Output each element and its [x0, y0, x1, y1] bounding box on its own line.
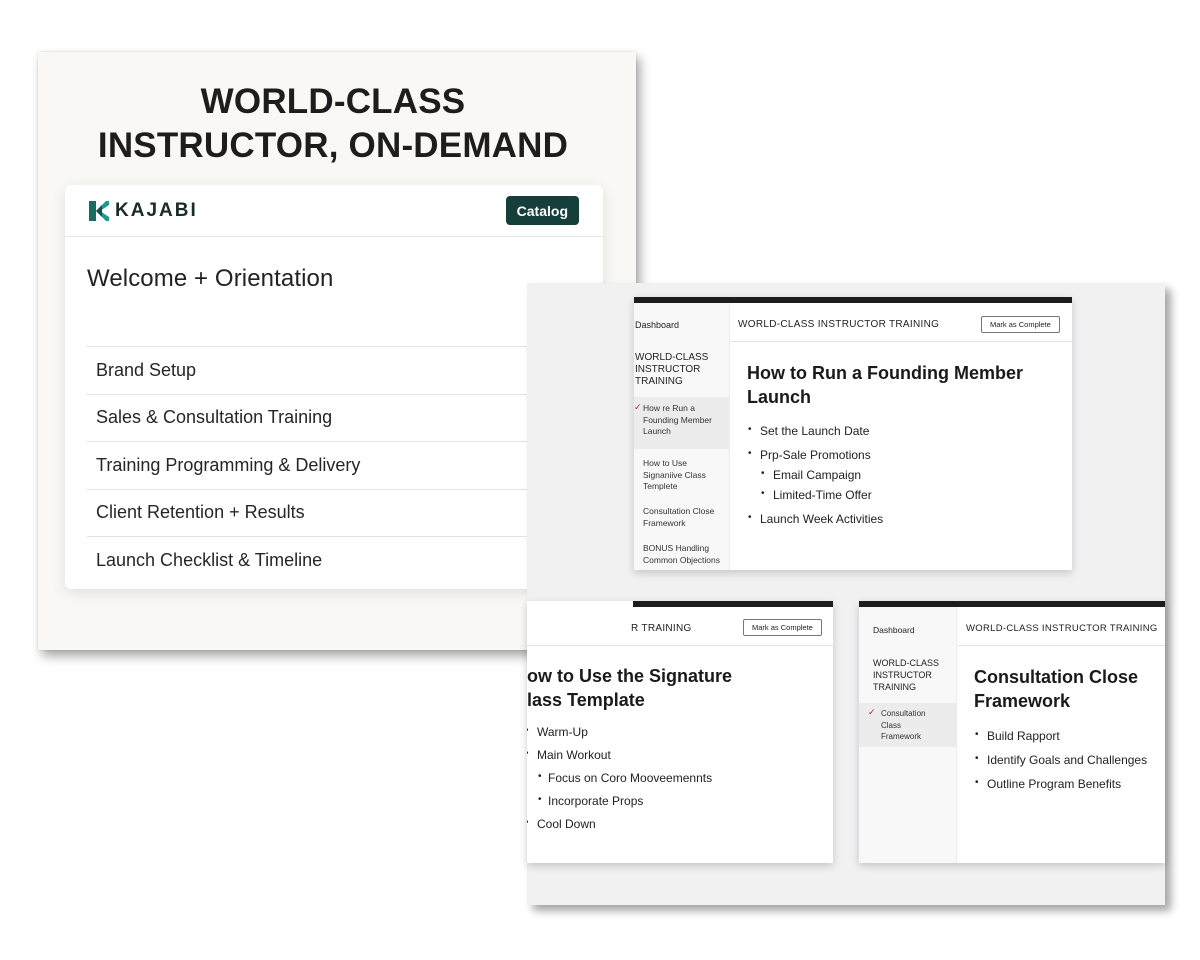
lesson-screen-founding-launch: Dashboard WORLD-CLASS INSTRUCTOR TRAININ… — [634, 297, 1072, 570]
logo-text: KAJABI — [115, 200, 198, 221]
lesson-outline: Set the Launch Date Prp-Sale Promotions … — [747, 424, 1047, 526]
sidebar-lesson-label: Consultation Class Framework — [881, 709, 926, 741]
lesson-title: Consultation Close Framework — [974, 667, 1139, 711]
module-label: Brand Setup — [96, 359, 197, 380]
module-label: Sales & Consultation Training — [96, 407, 333, 428]
mark-complete-button[interactable]: Mark as Complete — [743, 619, 822, 636]
hero-title-line-1: WORLD-CLASS — [200, 82, 466, 121]
portal-header: KAJABI Catalog — [65, 185, 603, 237]
module-label: Training Programming & Delivery — [96, 454, 361, 475]
outline-item: Set the Launch Date — [747, 424, 1047, 438]
lesson-screen-signature-class: R TRAINING Mark as Complete ow to Use th… — [527, 601, 833, 863]
lesson-outline: Warm-Up Main Workout Focus on Coro Moove… — [527, 725, 804, 831]
lesson-title-line-2: lass Template — [527, 690, 645, 710]
check-icon: ✓ — [634, 402, 642, 412]
mark-complete-button[interactable]: Mark as Complete — [981, 316, 1060, 333]
header-divider — [958, 645, 1165, 646]
lesson-sidebar: Dashboard WORLD-CLASS INSTRUCTOR TRAININ… — [859, 607, 957, 863]
outline-item: Outline Program Benefits — [974, 777, 1164, 791]
module-list: Brand Setup Sales & Consultation Trainin… — [87, 346, 579, 584]
outline-subitem: Email Campaign — [747, 468, 1047, 482]
sidebar-lesson-signature-class[interactable]: How to Use Signaniive Class Templete — [643, 458, 723, 493]
module-item-client-retention[interactable]: Client Retention + Results — [87, 488, 579, 537]
kajabi-logo-icon — [89, 201, 109, 221]
outline-item: Prp-Sale Promotions — [747, 448, 1047, 462]
course-portal-panel: KAJABI Catalog Welcome + Orientation Bra… — [65, 185, 603, 589]
sidebar-lesson-consultation[interactable]: Consultation Close Framework — [643, 506, 723, 529]
outline-item: Build Rapport — [974, 729, 1164, 743]
sidebar-lesson-founding-launch[interactable]: ✓ How re Run a Founding Member Launch — [634, 397, 729, 449]
sidebar-course-title: WORLD-CLASS INSTRUCTOR TRAINING — [873, 658, 940, 692]
module-item-brand-setup[interactable]: Brand Setup — [87, 346, 579, 394]
outline-subitem: Focus on Coro Mooveemennts — [527, 771, 804, 785]
check-icon: ✓ — [868, 707, 876, 717]
outline-item: Warm-Up — [527, 725, 804, 739]
outline-item: Identify Goals and Challenges — [974, 753, 1164, 767]
lesson-outline: Build Rapport Identify Goals and Challen… — [974, 729, 1164, 791]
sidebar-lesson-label: How re Run a Founding Member Launch — [643, 403, 712, 436]
lesson-screen-consultation-close: Dashboard WORLD-CLASS INSTRUCTOR TRAININ… — [859, 601, 1165, 863]
dashboard-link[interactable]: Dashboard — [635, 320, 679, 330]
outline-subitem: Limited-Time Offer — [747, 488, 1047, 502]
sidebar-lesson-consultation[interactable]: ✓ Consultation Class Framework — [859, 703, 956, 747]
module-label: Launch Checklist & Timeline — [96, 549, 323, 570]
course-title: R TRAINING — [631, 623, 692, 634]
header-divider — [731, 341, 1072, 342]
module-item-sales-consultation[interactable]: Sales & Consultation Training — [87, 393, 579, 442]
lesson-title: How to Run a Founding Member Launch — [747, 363, 1023, 407]
module-label: Client Retention + Results — [96, 502, 305, 523]
sidebar-course-title: WORLD-CLASS INSTRUCTOR TRAINING — [635, 352, 709, 387]
lesson-topbar — [633, 601, 833, 607]
hero-title-line-2: INSTRUCTOR, ON-DEMAND — [97, 126, 569, 165]
lesson-sidebar: Dashboard WORLD-CLASS INSTRUCTOR TRAININ… — [634, 303, 730, 570]
catalog-button[interactable]: Catalog — [505, 196, 579, 225]
outline-item: Main Workout — [527, 748, 804, 762]
course-title: WORLD-CLASS INSTRUCTOR TRAINING — [738, 319, 940, 330]
hero-title: WORLD-CLASS INSTRUCTOR, ON-DEMAND — [38, 80, 628, 168]
module-item-training-programming[interactable]: Training Programming & Delivery — [87, 441, 579, 489]
lesson-title: ow to Use the Signature lass Template — [527, 664, 817, 712]
outline-subitem: Incorporate Props — [527, 794, 804, 808]
dashboard-link[interactable]: Dashboard — [873, 625, 915, 635]
kajabi-logo[interactable]: KAJABI — [89, 200, 198, 222]
lesson-title-line-1: ow to Use the Signature — [527, 666, 733, 686]
module-heading: Welcome + Orientation — [87, 265, 334, 292]
module-item-launch-checklist[interactable]: Launch Checklist & Timeline — [87, 536, 579, 584]
outline-item: Cool Down — [527, 817, 804, 831]
header-divider — [527, 645, 833, 646]
course-title: WORLD-CLASS INSTRUCTOR TRAINING — [966, 623, 1158, 634]
sidebar-lesson-bonus[interactable]: BONUS Handling Common Objections — [643, 543, 727, 566]
outline-item: Launch Week Activities — [747, 512, 1047, 526]
